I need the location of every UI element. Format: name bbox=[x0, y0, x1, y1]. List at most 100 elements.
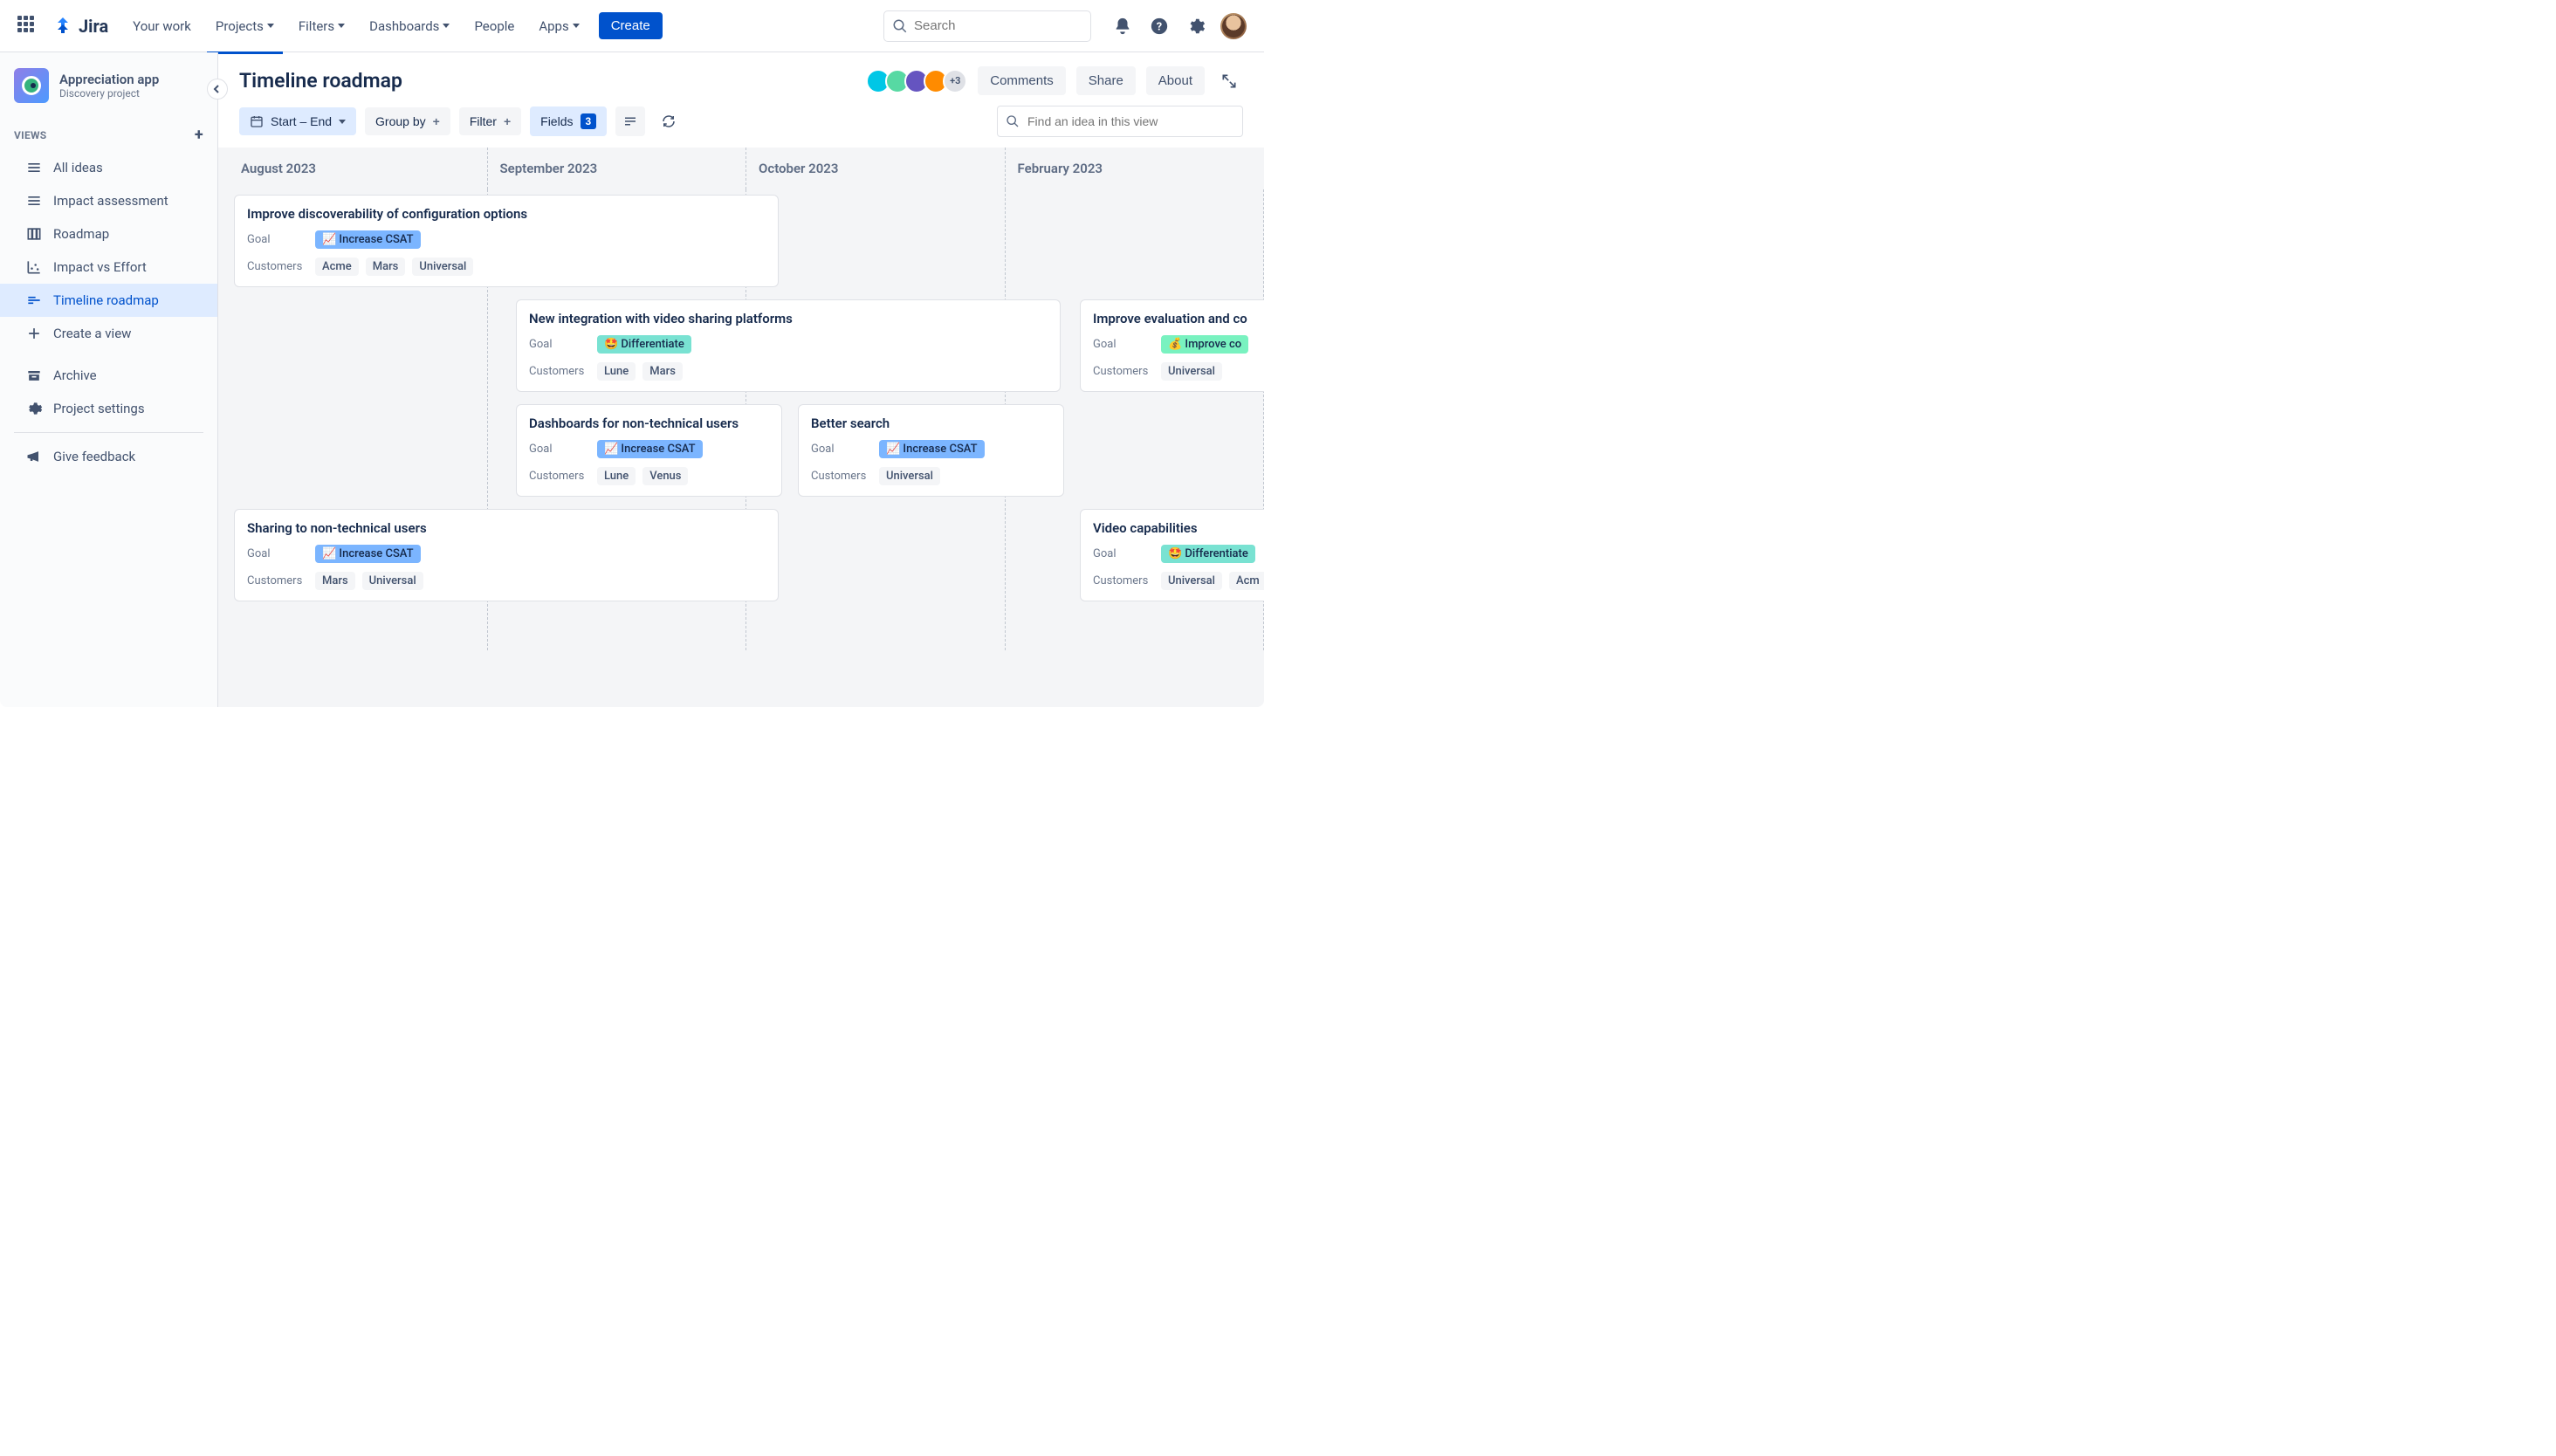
chevron-down-icon bbox=[338, 24, 345, 28]
customers-label: Customers bbox=[247, 260, 308, 273]
sidebar-give-feedback[interactable]: Give feedback bbox=[0, 440, 217, 473]
gear-icon bbox=[25, 400, 43, 417]
sidebar-view-item[interactable]: Impact assessment bbox=[0, 184, 217, 217]
timeline-column-header: September 2023 bbox=[488, 148, 747, 189]
jira-logo[interactable]: Jira bbox=[52, 16, 108, 37]
global-search-input[interactable] bbox=[883, 10, 1091, 42]
goal-label: Goal bbox=[247, 233, 308, 246]
fields-count-badge: 3 bbox=[581, 113, 597, 129]
find-idea-input[interactable] bbox=[997, 106, 1243, 137]
help-icon[interactable]: ? bbox=[1147, 14, 1172, 38]
fields-button[interactable]: Fields3 bbox=[530, 106, 607, 136]
sidebar-view-item[interactable]: Create a view bbox=[0, 317, 217, 350]
customer-pill: Lune bbox=[597, 467, 636, 485]
timeline-card[interactable]: New integration with video sharing platf… bbox=[516, 299, 1061, 392]
comments-button[interactable]: Comments bbox=[978, 66, 1066, 95]
settings-icon[interactable] bbox=[1184, 14, 1208, 38]
sidebar-project-settings[interactable]: Project settings bbox=[0, 392, 217, 425]
customer-pill: Universal bbox=[1161, 362, 1222, 381]
fullscreen-icon[interactable] bbox=[1215, 67, 1243, 95]
refresh-icon bbox=[661, 113, 677, 129]
add-view-icon[interactable]: + bbox=[195, 126, 203, 144]
view-item-label: Roadmap bbox=[53, 226, 109, 242]
goal-pill: 📈 Increase CSAT bbox=[315, 230, 421, 249]
chevron-down-icon bbox=[267, 24, 274, 28]
timeline-card[interactable]: Better search Goal📈 Increase CSAT Custom… bbox=[798, 404, 1064, 497]
view-item-label: Impact vs Effort bbox=[53, 259, 147, 275]
view-icon bbox=[25, 258, 43, 276]
view-item-label: Impact assessment bbox=[53, 193, 168, 209]
nav-projects[interactable]: Projects bbox=[207, 13, 283, 39]
search-icon bbox=[1006, 114, 1020, 128]
archive-icon bbox=[25, 367, 43, 384]
view-item-label: Timeline roadmap bbox=[53, 292, 159, 308]
customers-label: Customers bbox=[529, 365, 590, 378]
goal-pill: 📈 Increase CSAT bbox=[879, 440, 985, 458]
date-range-button[interactable]: Start – End bbox=[239, 107, 356, 135]
about-button[interactable]: About bbox=[1146, 66, 1205, 95]
sidebar-view-item[interactable]: Roadmap bbox=[0, 217, 217, 251]
nav-dashboards[interactable]: Dashboards bbox=[361, 13, 458, 39]
card-title: Sharing to non-technical users bbox=[247, 520, 766, 536]
goal-label: Goal bbox=[529, 443, 590, 456]
sidebar-view-item[interactable]: All ideas bbox=[0, 151, 217, 184]
nav-people[interactable]: People bbox=[465, 13, 523, 39]
timeline-card[interactable]: Video capabilities Goal🤩 Differentiate C… bbox=[1080, 509, 1264, 601]
project-icon bbox=[14, 68, 49, 103]
nav-your-work[interactable]: Your work bbox=[124, 13, 200, 39]
group-by-button[interactable]: Group by+ bbox=[365, 107, 450, 135]
chevron-down-icon bbox=[573, 24, 580, 28]
customer-pill: Acm bbox=[1229, 572, 1264, 590]
nav-filters[interactable]: Filters bbox=[290, 13, 354, 39]
card-title: Video capabilities bbox=[1093, 520, 1264, 536]
refresh-button[interactable] bbox=[654, 106, 684, 136]
layout-settings-button[interactable] bbox=[615, 106, 645, 136]
project-name: Appreciation app bbox=[59, 72, 159, 87]
view-icon bbox=[25, 325, 43, 342]
goal-pill: 📈 Increase CSAT bbox=[315, 545, 421, 563]
customers-label: Customers bbox=[1093, 365, 1154, 378]
notifications-icon[interactable] bbox=[1110, 14, 1135, 38]
card-title: Dashboards for non-technical users bbox=[529, 416, 769, 431]
sidebar-archive[interactable]: Archive bbox=[0, 359, 217, 392]
filter-button[interactable]: Filter+ bbox=[459, 107, 521, 135]
views-section-label: VIEWS bbox=[14, 129, 47, 141]
sidebar-view-item[interactable]: Timeline roadmap bbox=[0, 284, 217, 317]
megaphone-icon bbox=[25, 448, 43, 465]
timeline-card[interactable]: Sharing to non-technical users Goal 📈 Inc… bbox=[234, 509, 779, 601]
view-icon bbox=[25, 159, 43, 176]
sidebar-collapse-button[interactable] bbox=[207, 79, 228, 100]
goal-label: Goal bbox=[247, 547, 308, 560]
app-switcher-icon[interactable] bbox=[17, 16, 38, 37]
timeline-card[interactable]: Dashboards for non-technical users Goal📈… bbox=[516, 404, 782, 497]
view-item-label: All ideas bbox=[53, 160, 103, 175]
user-avatar[interactable] bbox=[1220, 13, 1247, 39]
goal-pill: 🤩 Differentiate bbox=[597, 335, 691, 354]
customers-label: Customers bbox=[247, 574, 308, 587]
view-icon bbox=[25, 292, 43, 309]
customers-label: Customers bbox=[811, 470, 872, 483]
timeline-column-header: October 2023 bbox=[746, 148, 1006, 189]
nav-apps[interactable]: Apps bbox=[530, 13, 587, 39]
goal-label: Goal bbox=[811, 443, 872, 456]
goal-label: Goal bbox=[529, 338, 590, 351]
customer-pill: Universal bbox=[412, 258, 473, 276]
jira-logo-text: Jira bbox=[79, 16, 108, 37]
customer-pill: Mars bbox=[366, 258, 406, 276]
customer-pill: Mars bbox=[315, 572, 355, 590]
customer-pill: Universal bbox=[362, 572, 423, 590]
card-title: Improve evaluation and co bbox=[1093, 311, 1264, 326]
timeline-card[interactable]: Improve discoverability of configuration… bbox=[234, 195, 779, 287]
jira-icon bbox=[52, 16, 73, 37]
timeline-card[interactable]: Improve evaluation and co Goal💰 Improve … bbox=[1080, 299, 1264, 392]
card-title: Improve discoverability of configuration… bbox=[247, 206, 766, 222]
svg-text:?: ? bbox=[1157, 20, 1162, 33]
create-button[interactable]: Create bbox=[599, 12, 663, 39]
avatar-stack[interactable]: +3 bbox=[871, 69, 967, 93]
plus-icon: + bbox=[504, 114, 511, 128]
avatar-more-count: +3 bbox=[943, 69, 967, 93]
share-button[interactable]: Share bbox=[1076, 66, 1136, 95]
goal-label: Goal bbox=[1093, 338, 1154, 351]
project-type: Discovery project bbox=[59, 87, 159, 100]
sidebar-view-item[interactable]: Impact vs Effort bbox=[0, 251, 217, 284]
